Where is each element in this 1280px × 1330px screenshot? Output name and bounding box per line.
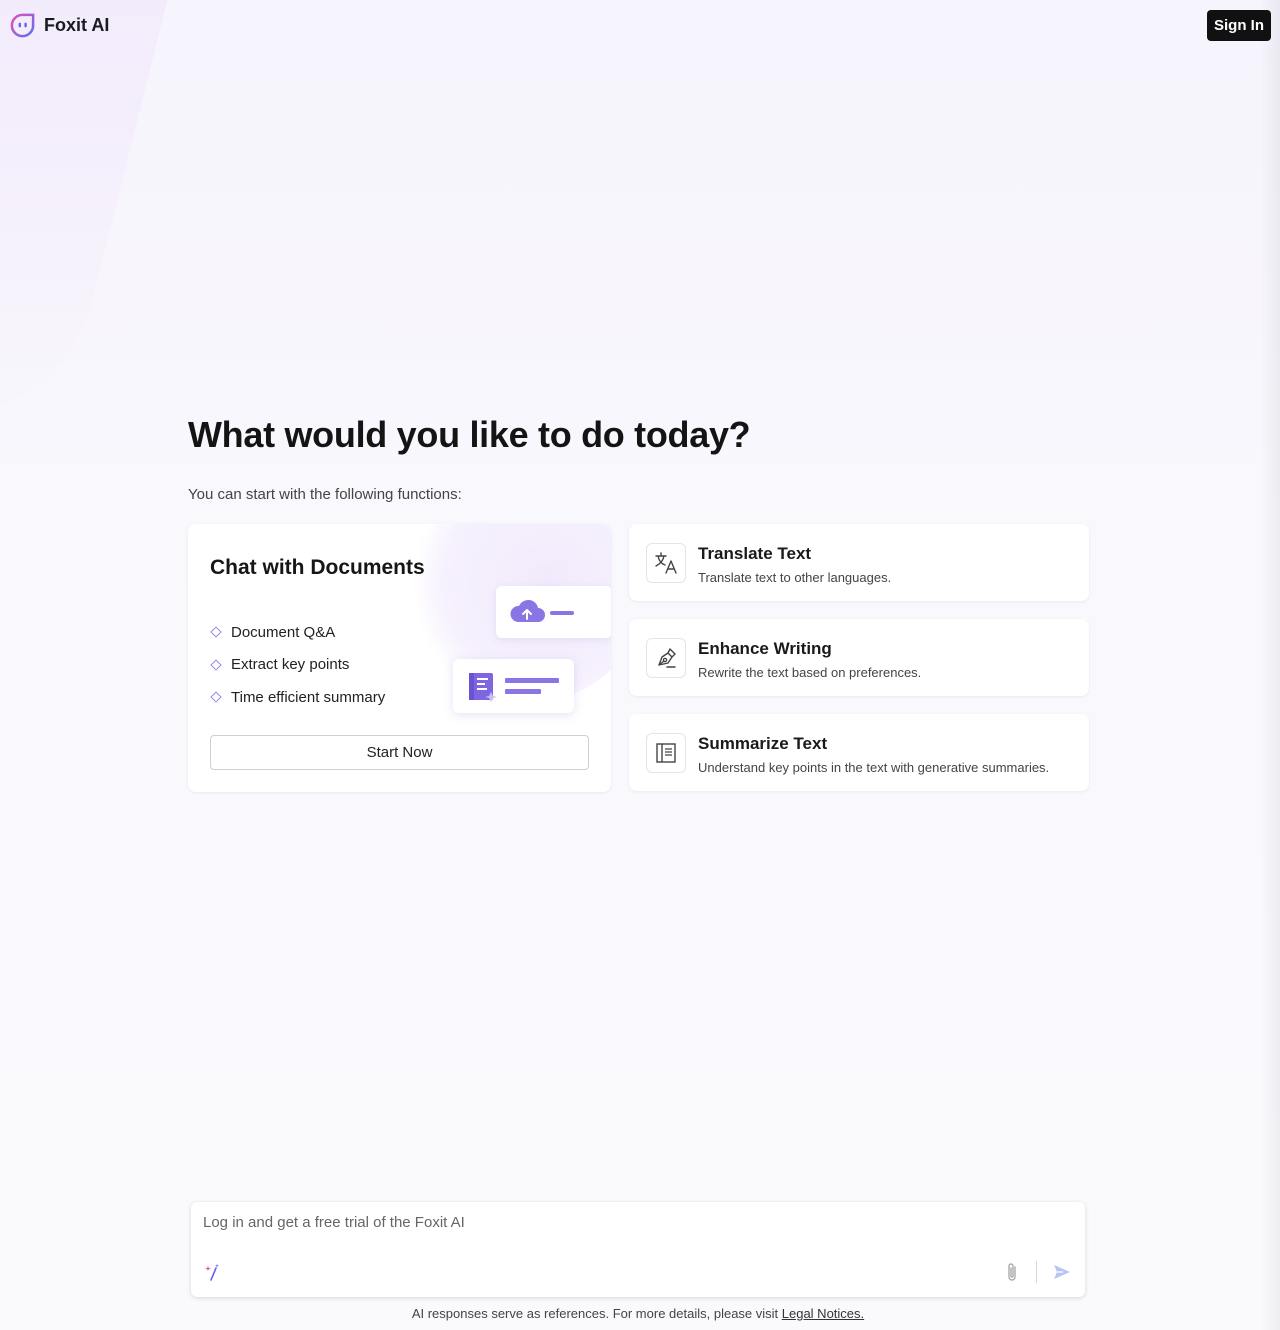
start-now-button[interactable]: Start Now — [210, 735, 589, 770]
feature-item: Extract key points — [210, 649, 385, 682]
enhance-writing-card[interactable]: Enhance Writing Rewrite the text based o… — [629, 619, 1089, 696]
brand[interactable]: Foxit AI — [9, 12, 109, 39]
send-icon[interactable] — [1052, 1262, 1072, 1282]
cloud-upload-icon — [510, 599, 574, 622]
enhance-writing-description: Rewrite the text based on preferences. — [698, 665, 922, 680]
feature-label: Document Q&A — [231, 623, 336, 641]
sign-in-button[interactable]: Sign In — [1207, 10, 1271, 41]
enhance-writing-title: Enhance Writing — [698, 639, 832, 658]
paperclip-icon[interactable] — [1003, 1261, 1021, 1283]
footer-text: AI responses serve as references. For mo… — [411, 1306, 782, 1321]
document-illustration — [453, 659, 574, 713]
diamond-bullet-icon — [210, 659, 222, 671]
summarize-text-card[interactable]: Summarize Text Understand key points in … — [629, 714, 1089, 791]
translate-text-description: Translate text to other languages. — [698, 570, 892, 585]
summarize-text-description: Understand key points in the text with g… — [698, 760, 1050, 775]
feature-label: Time efficient summary — [231, 688, 386, 706]
background-decoration — [0, 0, 178, 420]
diamond-bullet-icon — [210, 691, 222, 703]
magic-wand-icon[interactable] — [204, 1263, 222, 1281]
chat-card-title: Chat with Documents — [210, 556, 425, 579]
feature-item: Document Q&A — [210, 616, 385, 649]
diamond-bullet-icon — [210, 626, 222, 638]
summarize-text-title: Summarize Text — [698, 734, 828, 753]
feature-label: Extract key points — [231, 656, 350, 674]
legal-notices-link[interactable]: Legal Notices. — [782, 1306, 864, 1321]
prompt-box — [191, 1202, 1085, 1297]
page-title: What would you like to do today? — [188, 414, 751, 455]
prompt-input[interactable] — [203, 1214, 1063, 1231]
foxit-logo-icon — [10, 13, 35, 38]
feature-item: Time efficient summary — [210, 681, 385, 714]
feature-list: Document Q&A Extract key points Time eff… — [210, 616, 385, 714]
translate-text-card[interactable]: Translate Text Translate text to other l… — [629, 524, 1089, 601]
pen-icon — [646, 638, 686, 678]
translate-icon — [646, 543, 686, 583]
brand-name: Foxit AI — [44, 15, 110, 35]
page-subtitle: You can start with the following functio… — [188, 486, 462, 503]
footer-disclaimer: AI responses serve as references. For mo… — [0, 1306, 1276, 1321]
window-edge-shadow — [1260, 0, 1280, 1330]
translate-text-title: Translate Text — [698, 544, 812, 563]
toolbar-divider — [1036, 1261, 1037, 1283]
summary-icon — [646, 733, 686, 773]
upload-illustration — [496, 586, 611, 638]
document-icon — [469, 673, 559, 702]
top-bar: Foxit AI Sign In — [0, 0, 1280, 52]
chat-with-documents-card[interactable]: Chat with Documents Document Q&A Extract… — [188, 524, 611, 792]
